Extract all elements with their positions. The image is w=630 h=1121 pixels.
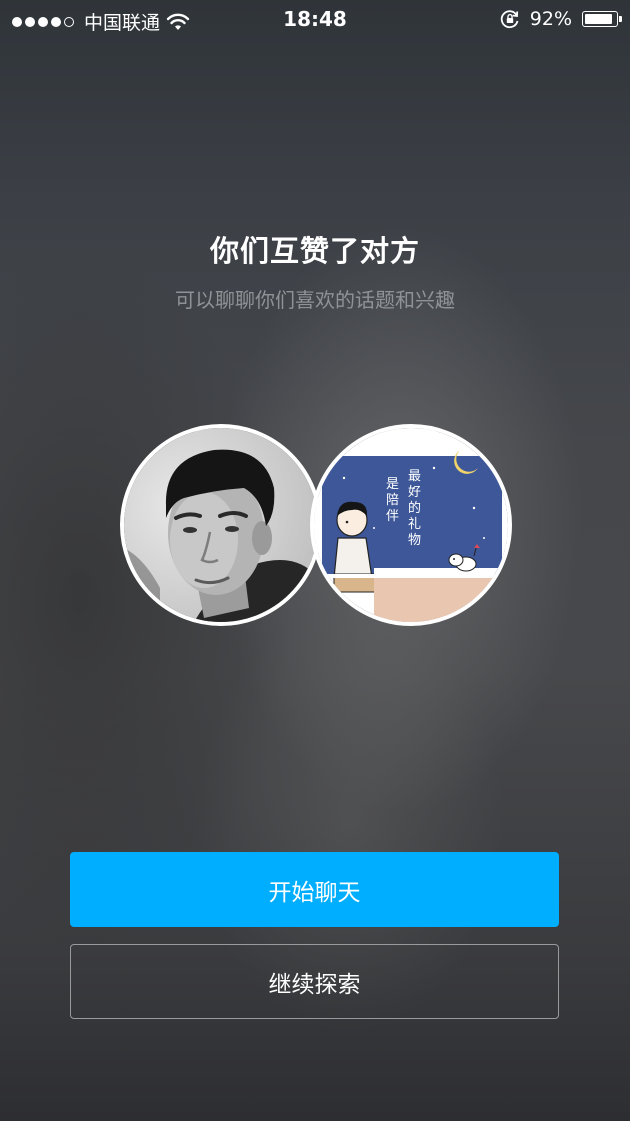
status-bar-right: 92% xyxy=(500,8,622,30)
match-screen: 中国联通 18:48 92% 你们互赞了对方 可以聊聊你们喜欢的话题和兴趣 是 … xyxy=(0,0,630,1121)
svg-text:物: 物 xyxy=(408,533,421,548)
battery-icon xyxy=(582,11,622,27)
page-title: 你们互赞了对方 xyxy=(209,234,420,268)
start-chat-button[interactable]: 开始聊天 xyxy=(70,852,559,927)
svg-text:陪: 陪 xyxy=(386,493,399,508)
svg-text:礼: 礼 xyxy=(408,516,421,532)
battery-percentage: 92% xyxy=(529,8,572,30)
svg-text:的: 的 xyxy=(408,500,421,516)
avatar-left xyxy=(120,424,322,626)
avatar-right: 是 陪 伴 最 好 的 礼 物 xyxy=(310,424,512,626)
page-subtitle: 可以聊聊你们喜欢的话题和兴趣 xyxy=(175,288,455,312)
illustration-image: 是 陪 伴 最 好 的 礼 物 xyxy=(314,428,508,622)
continue-explore-button[interactable]: 继续探索 xyxy=(70,944,559,1019)
rotation-lock-icon xyxy=(500,9,520,29)
illustration-text-left: 是 xyxy=(386,477,399,492)
illustration-text-right: 最 xyxy=(408,469,421,484)
svg-text:伴: 伴 xyxy=(386,509,399,524)
status-bar: 中国联通 18:48 92% xyxy=(0,0,630,38)
continue-explore-label: 继续探索 xyxy=(268,971,361,998)
user-photo-image xyxy=(124,428,318,622)
battery-level xyxy=(585,14,612,24)
start-chat-label: 开始聊天 xyxy=(268,879,361,906)
svg-text:好: 好 xyxy=(408,485,421,500)
